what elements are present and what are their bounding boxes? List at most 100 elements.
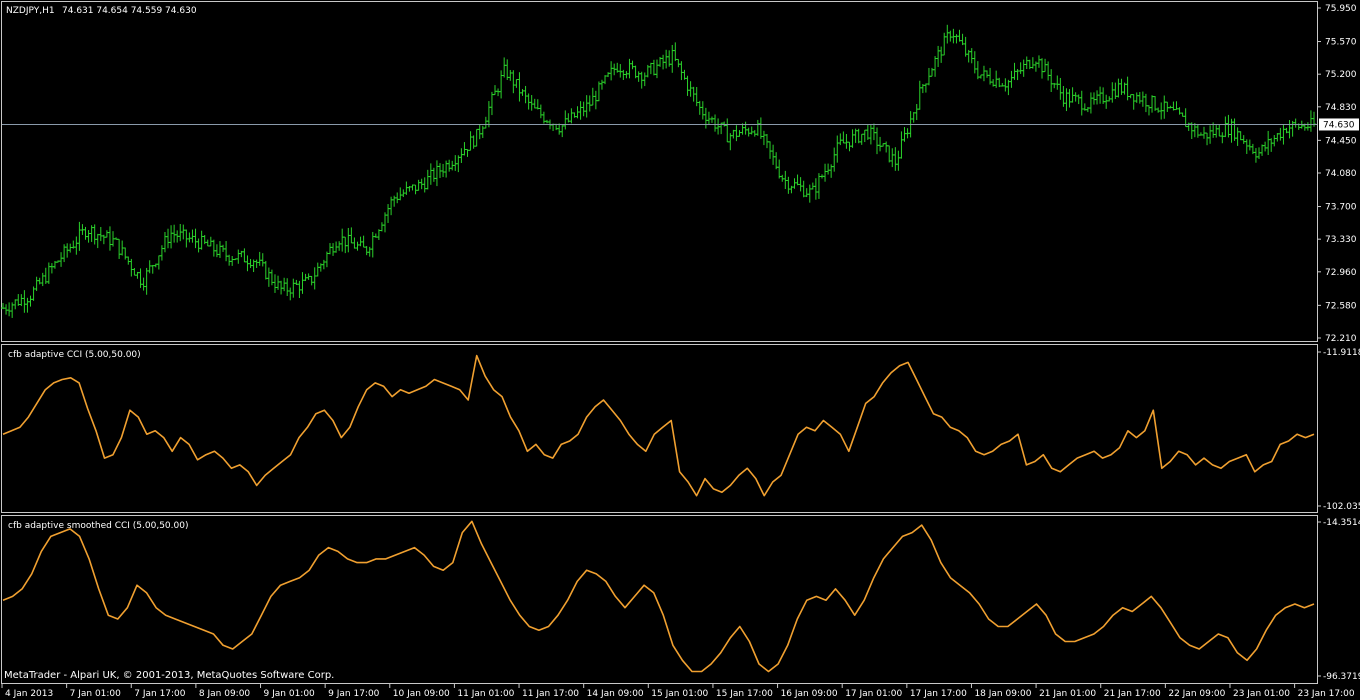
cci-axis[interactable]: -11.9118 -102.035 bbox=[1317, 348, 1360, 512]
smoothed-cci-point bbox=[1007, 626, 1008, 627]
cci-point bbox=[11, 430, 12, 431]
chart-canvas[interactable]: NZDJPY,H1 74.631 74.654 74.559 74.630 75… bbox=[0, 0, 1360, 700]
cci-point bbox=[121, 437, 122, 438]
smoothed-cci-point bbox=[1036, 603, 1037, 604]
smoothed-cci-point bbox=[1246, 660, 1247, 661]
smoothed-cci-point bbox=[1160, 607, 1161, 608]
smoothed-cci-point bbox=[117, 618, 118, 619]
cci-point bbox=[1187, 454, 1188, 455]
price-tick-label: 73.700 bbox=[1325, 203, 1357, 213]
smoothed-cci-point bbox=[1208, 641, 1209, 642]
smoothed-cci-point bbox=[902, 536, 903, 537]
smoothed-cci-point bbox=[959, 585, 960, 586]
smoothed-cci-point bbox=[529, 626, 530, 627]
copyright-text: MetaTrader - Alpari UK, © 2001-2013, Met… bbox=[4, 670, 334, 681]
cci-point bbox=[434, 379, 435, 380]
cci-point bbox=[628, 434, 629, 435]
cci-point bbox=[231, 468, 232, 469]
smoothed-cci-point bbox=[1227, 637, 1228, 638]
cci-point bbox=[53, 382, 54, 383]
smoothed-cci-point bbox=[222, 645, 223, 646]
cci-point bbox=[967, 437, 968, 438]
cci-panel[interactable]: cfb adaptive CCI (5.00,50.00) -11.9118-1… bbox=[1, 344, 1360, 513]
cci-point bbox=[1144, 430, 1145, 431]
cci-point bbox=[468, 399, 469, 400]
smoothed-cci-point bbox=[998, 626, 999, 627]
smoothed-cci-point bbox=[682, 660, 683, 661]
cci-point bbox=[1034, 461, 1035, 462]
time-axis[interactable]: 4 Jan 2013 7 Jan 01:00 7 Jan 17:00 8 Jan 09… bbox=[1, 684, 1355, 699]
smoothed-cci-axis[interactable]: -14.3514 -96.3719 bbox=[1317, 518, 1360, 682]
cci-point bbox=[510, 416, 511, 417]
smoothed-cci-point bbox=[1151, 596, 1152, 597]
smoothed-cci-point bbox=[98, 588, 99, 589]
smoothed-cci-point bbox=[634, 596, 635, 597]
smoothed-cci-point bbox=[165, 615, 166, 616]
cci-point bbox=[823, 420, 824, 421]
smoothed-cci-point bbox=[605, 581, 606, 582]
cci-point bbox=[662, 427, 663, 428]
smoothed-cci-point bbox=[414, 547, 415, 548]
smoothed-cci-point bbox=[79, 536, 80, 537]
cci-point bbox=[341, 437, 342, 438]
smoothed-cci-point bbox=[1218, 633, 1219, 634]
price-tick-label: 72.580 bbox=[1325, 301, 1357, 311]
cci-point bbox=[1178, 451, 1179, 452]
time-tick-label: 22 Jan 09:00 bbox=[1168, 689, 1225, 699]
cci-point bbox=[984, 454, 985, 455]
price-axis[interactable]: 75.950 75.570 75.200 74.830 74.450 74.080 73.7… bbox=[1317, 4, 1359, 344]
smoothed-cci-point bbox=[12, 596, 13, 597]
cci-point bbox=[654, 434, 655, 435]
cci-point bbox=[1229, 461, 1230, 462]
smoothed-cci-point bbox=[462, 532, 463, 533]
cci-point bbox=[1280, 444, 1281, 445]
cci-point bbox=[552, 457, 553, 458]
cci-point bbox=[307, 427, 308, 428]
cci-point bbox=[256, 485, 257, 486]
cci-point bbox=[544, 454, 545, 455]
cci-point bbox=[848, 451, 849, 452]
smoothed-cci-point bbox=[1074, 641, 1075, 642]
price-panel[interactable]: NZDJPY,H1 74.631 74.654 74.559 74.630 75… bbox=[1, 1, 1359, 345]
cci-point bbox=[391, 396, 392, 397]
smoothed-cci-point bbox=[136, 585, 137, 586]
smoothed-cci-point bbox=[1275, 615, 1276, 616]
cci-point bbox=[992, 451, 993, 452]
cci-point bbox=[781, 475, 782, 476]
smoothed-cci-point bbox=[443, 570, 444, 571]
cci-point bbox=[28, 416, 29, 417]
cci-point bbox=[476, 355, 477, 356]
smoothed-cci-point bbox=[328, 547, 329, 548]
smoothed-cci-point bbox=[1103, 626, 1104, 627]
smoothed-cci-point bbox=[615, 596, 616, 597]
cci-point bbox=[1153, 410, 1154, 411]
cci-point bbox=[1043, 454, 1044, 455]
smoothed-cci-point bbox=[1112, 615, 1113, 616]
cci-point bbox=[1263, 464, 1264, 465]
smoothed-cci-point bbox=[41, 551, 42, 552]
cci-point bbox=[1305, 437, 1306, 438]
smoothed-cci-point bbox=[347, 558, 348, 559]
cci-point bbox=[383, 386, 384, 387]
time-tick-label: 4 Jan 2013 bbox=[5, 689, 53, 699]
cci-point bbox=[1203, 457, 1204, 458]
smoothed-cci-point bbox=[816, 596, 817, 597]
smoothed-cci-point bbox=[1170, 622, 1171, 623]
cci-point bbox=[797, 434, 798, 435]
cci-point bbox=[924, 396, 925, 397]
cci-title: cfb adaptive CCI (5.00,50.00) bbox=[8, 350, 141, 360]
cci-point bbox=[772, 481, 773, 482]
smoothed-cci-point bbox=[127, 607, 128, 608]
smoothed-cci-panel[interactable]: cfb adaptive smoothed CCI (5.00,50.00) -… bbox=[1, 515, 1360, 684]
cci-point bbox=[857, 427, 858, 428]
cci-point bbox=[222, 457, 223, 458]
cci-point bbox=[1110, 454, 1111, 455]
smoothed-cci-point bbox=[22, 588, 23, 589]
cci-point bbox=[273, 468, 274, 469]
cci-point bbox=[1009, 440, 1010, 441]
cci-point bbox=[1102, 457, 1103, 458]
cci-point bbox=[916, 379, 917, 380]
cci-point bbox=[1313, 434, 1314, 435]
cci-point bbox=[1288, 440, 1289, 441]
cci-point bbox=[1077, 457, 1078, 458]
